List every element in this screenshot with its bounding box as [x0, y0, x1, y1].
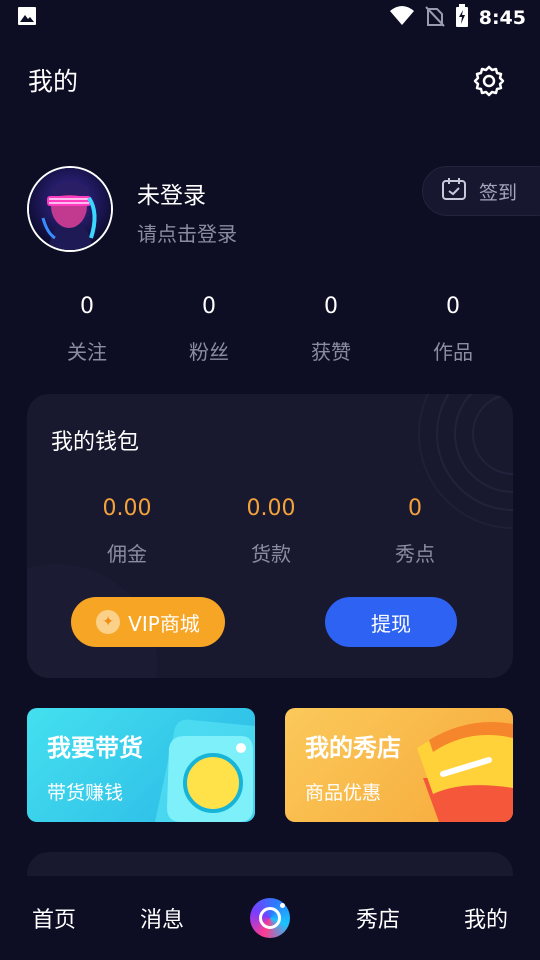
stat-label: 粉丝	[189, 340, 229, 364]
withdraw-button[interactable]: 提现	[325, 597, 457, 647]
vip-mall-label: VIP商城	[128, 611, 200, 636]
login-prompt[interactable]: 请点击登录	[137, 218, 237, 247]
wallet-card: 我的钱包 0.00 佣金 0.00 货款 0 秀点 ✦ VIP商城 提现	[27, 394, 513, 678]
stat-fans[interactable]: 0 粉丝	[148, 292, 270, 365]
nav-shop[interactable]: 秀店	[324, 876, 432, 960]
nav-home[interactable]: 首页	[0, 876, 108, 960]
stat-value: 0	[446, 294, 460, 319]
camera-lens	[259, 907, 281, 929]
wallet-label: 货款	[251, 542, 291, 566]
wallet-points[interactable]: 0 秀点	[343, 494, 487, 567]
checkin-button[interactable]: 签到	[422, 166, 540, 216]
battery-charging-icon	[455, 4, 469, 32]
stat-label: 作品	[433, 340, 473, 364]
wallet-value: 0.00	[246, 496, 296, 521]
wifi-icon	[389, 5, 415, 31]
status-bar: 8:45	[0, 0, 540, 36]
wallet-value: 0	[408, 496, 422, 521]
image-icon	[16, 5, 38, 31]
stat-label: 获赞	[311, 340, 351, 364]
stat-value: 0	[80, 294, 94, 319]
wallet-label: 佣金	[107, 542, 147, 566]
promo-subtitle: 带货赚钱	[47, 782, 124, 804]
promo-title: 我要带货	[47, 734, 143, 762]
wallet-title: 我的钱包	[51, 430, 140, 455]
profile-name[interactable]: 未登录	[137, 176, 206, 210]
checkin-label: 签到	[479, 181, 518, 204]
gear-icon	[472, 64, 506, 102]
promo-title: 我的秀店	[305, 734, 401, 762]
camera-illustration-icon	[155, 719, 255, 822]
settings-button[interactable]	[470, 64, 508, 102]
camera-ring-icon	[250, 898, 290, 938]
no-sim-icon	[425, 5, 445, 31]
vip-star-icon: ✦	[96, 610, 121, 634]
stat-works[interactable]: 0 作品	[392, 292, 514, 365]
calendar-check-icon	[441, 177, 467, 205]
stat-value: 0	[324, 294, 338, 319]
wallet-value: 0.00	[102, 496, 152, 521]
bottom-nav: 首页 消息 秀店 我的	[0, 876, 540, 960]
wallet-payment[interactable]: 0.00 货款	[199, 494, 343, 567]
page-title: 我的	[28, 67, 79, 96]
wallet-label: 秀点	[395, 542, 435, 566]
stat-following[interactable]: 0 关注	[26, 292, 148, 365]
nav-camera[interactable]	[216, 876, 324, 960]
wallet-commission[interactable]: 0.00 佣金	[55, 494, 199, 567]
profile-stats: 0 关注 0 粉丝 0 获赞 0 作品	[26, 292, 514, 365]
coupon-illustration-icon	[417, 722, 513, 822]
nav-mine[interactable]: 我的	[432, 876, 540, 960]
promo-subtitle: 商品优惠	[305, 782, 382, 804]
camera-dot	[280, 903, 285, 908]
stat-label: 关注	[67, 340, 107, 364]
avatar[interactable]	[27, 166, 113, 252]
vip-mall-button[interactable]: ✦ VIP商城	[71, 597, 225, 647]
promo-my-shop[interactable]: 我的秀店 商品优惠	[285, 708, 513, 822]
status-time: 8:45	[478, 7, 526, 29]
wallet-stats: 0.00 佣金 0.00 货款 0 秀点	[55, 494, 487, 567]
stat-likes[interactable]: 0 获赞	[270, 292, 392, 365]
status-icons: 8:45	[389, 4, 526, 32]
nav-messages[interactable]: 消息	[108, 876, 216, 960]
promo-sell-goods[interactable]: 我要带货 带货赚钱	[27, 708, 255, 822]
stat-value: 0	[202, 294, 216, 319]
